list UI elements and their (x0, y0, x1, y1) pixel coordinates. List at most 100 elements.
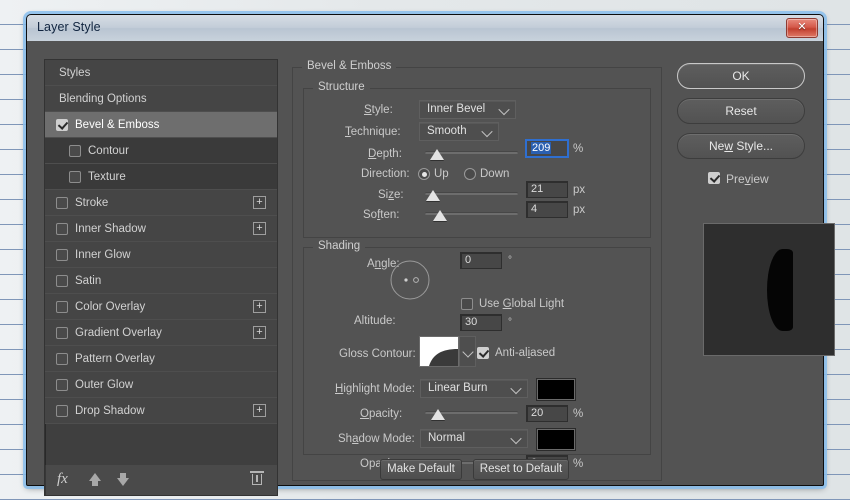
technique-select[interactable]: Smooth (419, 122, 499, 141)
size-input[interactable]: 21 (526, 181, 568, 198)
add-effect-icon[interactable]: + (253, 300, 266, 313)
soften-input-value: 4 (531, 203, 538, 215)
depth-input[interactable]: 209 (526, 140, 568, 157)
preview-checkbox[interactable] (708, 172, 720, 184)
style-select[interactable]: Inner Bevel (419, 100, 516, 119)
shadow-mode-select[interactable]: Normal (420, 429, 528, 448)
altitude-label: Altitude: (354, 315, 396, 327)
styles-list-item[interactable]: Stroke + (45, 190, 277, 216)
styles-list-item-label: Blending Options (59, 93, 147, 105)
shadow-mode-label: Shadow Mode: (338, 433, 415, 445)
gloss-contour-dropdown[interactable] (459, 336, 476, 367)
styles-list-item-checkbox[interactable] (56, 197, 68, 209)
direction-label: Direction: (361, 168, 410, 180)
styles-list-item-label: Bevel & Emboss (75, 119, 160, 131)
styles-list-item-label: Inner Shadow (75, 223, 146, 235)
anti-aliased-checkbox[interactable] (477, 347, 489, 359)
highlight-opacity-input[interactable]: 20 (526, 405, 568, 422)
layer-style-dialog: Layer Style ✕ Styles Blending Options Beve… (26, 14, 835, 496)
reset-button[interactable]: Reset (677, 98, 805, 124)
altitude-input[interactable]: 30 (460, 314, 502, 331)
size-slider[interactable] (425, 188, 518, 202)
styles-list-item-checkbox[interactable] (56, 353, 68, 365)
chevron-down-icon (510, 432, 522, 445)
styles-list-item[interactable]: Texture (45, 164, 277, 190)
styles-list-item-checkbox[interactable] (56, 223, 68, 235)
ok-button[interactable]: OK (677, 63, 805, 89)
size-input-value: 21 (531, 183, 544, 195)
technique-label: Technique: (345, 126, 401, 138)
styles-list-item-checkbox[interactable] (56, 379, 68, 391)
angle-input-value: 0 (465, 254, 472, 266)
add-effect-icon[interactable]: + (253, 404, 266, 417)
styles-list-item[interactable]: Blending Options (45, 86, 277, 112)
styles-list-item[interactable]: Gradient Overlay + (45, 320, 277, 346)
use-global-light-checkbox[interactable] (461, 298, 473, 310)
close-icon[interactable]: ✕ (786, 18, 818, 38)
size-unit: px (573, 184, 586, 196)
styles-list-item-checkbox[interactable] (56, 119, 68, 131)
altitude-unit: ° (508, 317, 512, 328)
styles-list-item-checkbox[interactable] (56, 405, 68, 417)
styles-list-item[interactable]: Pattern Overlay (45, 346, 277, 372)
altitude-input-value: 30 (465, 316, 478, 328)
styles-list-item-checkbox[interactable] (56, 275, 68, 287)
soften-slider[interactable] (425, 208, 518, 222)
highlight-opacity-value: 20 (531, 407, 544, 419)
styles-list-item[interactable]: Inner Shadow + (45, 216, 277, 242)
styles-list-item[interactable]: Color Overlay + (45, 294, 277, 320)
angle-input[interactable]: 0 (460, 252, 502, 269)
depth-slider[interactable] (425, 147, 518, 161)
styles-list-item-checkbox[interactable] (69, 171, 81, 183)
soften-unit: px (573, 204, 586, 216)
new-style-button[interactable]: New Style... (677, 133, 805, 159)
styles-list-toolbar: fx (44, 465, 278, 496)
chevron-down-icon (510, 382, 522, 395)
styles-list-item[interactable]: Inner Glow (45, 242, 277, 268)
add-effect-icon[interactable]: + (253, 222, 266, 235)
add-effect-icon[interactable]: + (253, 196, 266, 209)
styles-list-item[interactable]: Bevel & Emboss (45, 112, 277, 138)
fx-icon[interactable]: fx (57, 471, 68, 488)
make-default-button[interactable]: Make Default (380, 459, 462, 480)
chevron-down-icon (498, 103, 510, 116)
trash-icon[interactable] (250, 471, 264, 485)
styles-list-item[interactable]: Satin (45, 268, 277, 294)
direction-down-radio[interactable] (464, 168, 476, 180)
styles-list[interactable]: Styles Blending Options Bevel & Emboss Cont… (44, 59, 278, 467)
styles-list-item[interactable]: Drop Shadow + (45, 398, 277, 424)
bevel-emboss-group-title: Bevel & Emboss (302, 60, 397, 72)
technique-select-value: Smooth (427, 125, 467, 137)
styles-list-item[interactable]: Outer Glow (45, 372, 277, 398)
shadow-color-swatch[interactable] (536, 428, 576, 451)
styles-list-item[interactable]: Styles (45, 60, 277, 86)
styles-list-item[interactable]: Contour (45, 138, 277, 164)
highlight-mode-value: Linear Burn (428, 382, 488, 394)
use-global-light-label: Use Global Light (479, 298, 565, 310)
angle-dial[interactable] (389, 259, 431, 301)
move-down-arrow-icon[interactable] (117, 473, 129, 486)
move-up-arrow-icon[interactable] (89, 473, 101, 486)
reset-to-default-button[interactable]: Reset to Default (473, 459, 569, 480)
soften-input[interactable]: 4 (526, 201, 568, 218)
styles-list-item-checkbox[interactable] (69, 145, 81, 157)
highlight-mode-select[interactable]: Linear Burn (420, 379, 528, 398)
direction-up-radio[interactable] (418, 168, 430, 180)
shadow-opacity-unit: % (573, 458, 584, 470)
styles-list-item-label: Satin (75, 275, 102, 287)
styles-list-item-checkbox[interactable] (56, 249, 68, 261)
dialog-titlebar[interactable]: Layer Style ✕ (27, 15, 823, 42)
styles-list-item-label: Inner Glow (75, 249, 131, 261)
depth-label: Depth: (368, 148, 402, 160)
anti-aliased-label: Anti-aliased (495, 347, 556, 359)
gloss-contour-thumbnail[interactable] (419, 336, 459, 367)
highlight-opacity-slider[interactable] (425, 407, 518, 421)
depth-input-value: 209 (531, 142, 552, 154)
highlight-color-swatch[interactable] (536, 378, 576, 401)
styles-list-item-label: Texture (88, 171, 126, 183)
shadow-mode-value: Normal (428, 432, 466, 444)
styles-list-item-label: Stroke (75, 197, 109, 209)
styles-list-item-checkbox[interactable] (56, 301, 68, 313)
add-effect-icon[interactable]: + (253, 326, 266, 339)
styles-list-item-checkbox[interactable] (56, 327, 68, 339)
